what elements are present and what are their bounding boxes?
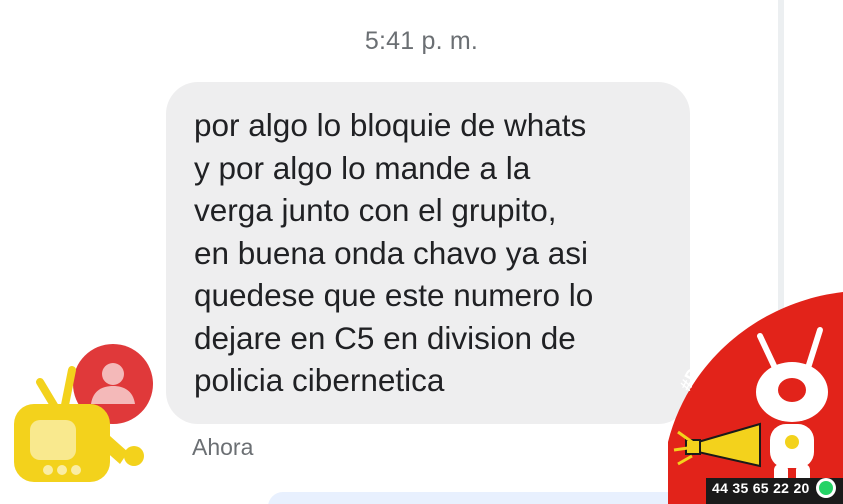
message-line: en buena onda chavo ya asi <box>194 234 589 271</box>
message-line: dejare en C5 en division de <box>194 319 576 356</box>
message-line: quedese que este numero lo <box>194 277 594 313</box>
whatsapp-icon <box>816 478 836 498</box>
brand-watermark <box>668 292 843 504</box>
message-line: y por algo lo mande a la <box>194 149 531 186</box>
tv-icon <box>14 366 144 482</box>
messages-screen: 5:41 p. m. por algo lo bloquie de whats … <box>0 0 843 504</box>
message-time: Ahora <box>192 434 254 460</box>
incoming-message-bubble[interactable]: por algo lo bloquie de whats y por algo … <box>166 82 690 424</box>
next-message-bubble[interactable] <box>268 492 688 504</box>
message-line: verga junto con el grupito, <box>194 192 557 228</box>
message-line: por algo lo bloquie de whats <box>194 107 587 143</box>
message-line: policia cibernetica <box>194 362 445 398</box>
brand-phone-number: 44 35 65 22 20 <box>712 480 810 496</box>
conversation-timestamp: 5:41 p. m. <box>364 27 479 55</box>
